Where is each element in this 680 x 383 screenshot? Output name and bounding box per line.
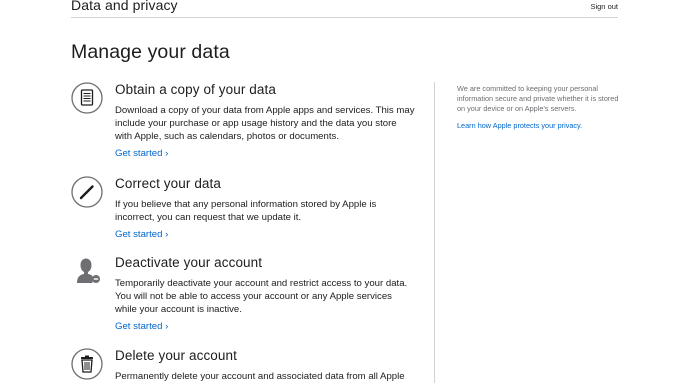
document-icon <box>71 82 103 114</box>
section-title: Deactivate your account <box>115 255 263 270</box>
pencil-icon <box>71 176 103 208</box>
obtain-copy-get-started-link[interactable]: Get started › <box>115 147 168 160</box>
section-description: If you believe that any personal informa… <box>115 199 377 223</box>
correct-data-get-started-link[interactable]: Get started › <box>115 228 168 241</box>
app-title: Data and privacy <box>71 0 178 13</box>
section-description: Temporarily deactivate your account and … <box>115 278 408 315</box>
section-description: Download a copy of your data from Apple … <box>115 105 415 142</box>
privacy-note: We are committed to keeping your persona… <box>457 84 619 113</box>
sign-out-link[interactable]: Sign out <box>590 2 618 11</box>
learn-privacy-link[interactable]: Learn how Apple protects your privacy. <box>457 121 622 130</box>
deactivate-account-get-started-link[interactable]: Get started › <box>115 320 168 333</box>
section-title: Correct your data <box>115 176 221 191</box>
top-bar: Data and privacy Sign out <box>71 0 618 18</box>
privacy-sidebar: We are committed to keeping your persona… <box>457 84 622 130</box>
section-description: Permanently delete your account and asso… <box>115 371 405 382</box>
section-title: Delete your account <box>115 348 237 363</box>
trash-icon <box>71 348 103 380</box>
column-divider <box>434 82 435 383</box>
page-title: Manage your data <box>71 41 230 63</box>
section-title: Obtain a copy of your data <box>115 82 276 97</box>
user-minus-icon <box>71 255 103 287</box>
